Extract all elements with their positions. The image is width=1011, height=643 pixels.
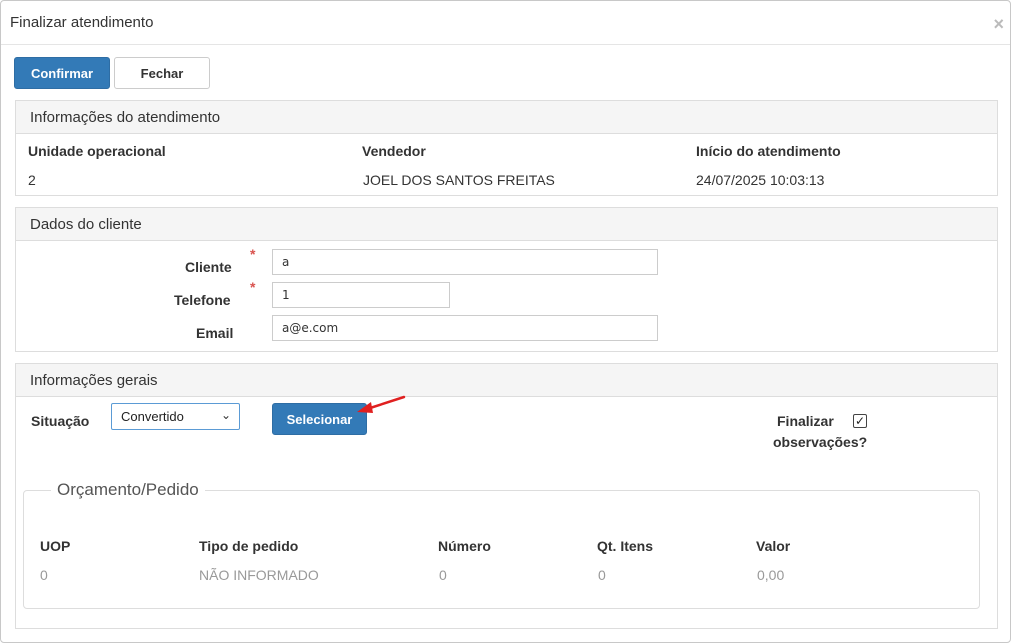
finalize-notes-checkbox[interactable]: ✓ <box>853 414 867 428</box>
status-selected-value: Convertido <box>121 409 184 424</box>
cell-value: 0,00 <box>757 567 785 583</box>
client-email-label: Email <box>196 325 234 341</box>
col-type-header: Tipo de pedido <box>199 538 299 554</box>
required-mark: * <box>250 246 256 262</box>
annotation-arrow-icon <box>357 395 406 413</box>
close-icon[interactable]: × <box>993 15 1004 33</box>
dialog-header: Finalizar atendimento × <box>1 1 1010 45</box>
finalize-notes-label-1: Finalizar <box>777 413 834 429</box>
seller-value: JOEL DOS SANTOS FREITAS <box>363 172 555 188</box>
close-button[interactable]: Fechar <box>114 57 210 89</box>
client-email-field[interactable] <box>272 315 658 341</box>
client-phone-field[interactable] <box>272 282 450 308</box>
cell-number: 0 <box>439 567 447 583</box>
seller-label: Vendedor <box>362 143 426 159</box>
start-value: 24/07/2025 10:03:13 <box>696 172 825 188</box>
client-phone-label: Telefone <box>174 292 231 308</box>
finalize-dialog: Finalizar atendimento × Confirmar Fechar… <box>0 0 1011 643</box>
cell-type: NÃO INFORMADO <box>199 567 319 583</box>
client-name-label: Cliente <box>185 259 232 275</box>
cell-uop: 0 <box>40 567 48 583</box>
general-heading: Informações gerais <box>16 364 997 397</box>
attendance-heading: Informações do atendimento <box>16 101 997 134</box>
col-value-header: Valor <box>756 538 791 554</box>
client-panel: Dados do cliente Cliente * Telefone * Em… <box>15 207 998 352</box>
check-icon: ✓ <box>854 414 866 428</box>
client-heading: Dados do cliente <box>16 208 997 241</box>
order-fieldset <box>23 490 980 609</box>
cell-items: 0 <box>598 567 606 583</box>
status-label: Situação <box>31 413 90 429</box>
finalize-notes-label-2: observações? <box>773 434 868 450</box>
required-mark: * <box>250 279 256 295</box>
confirm-button[interactable]: Confirmar <box>14 57 110 89</box>
dialog-title: Finalizar atendimento <box>10 14 154 31</box>
col-uop-header: UOP <box>40 538 71 554</box>
client-name-field[interactable] <box>272 249 658 275</box>
status-select[interactable]: Convertido ⌄ <box>111 403 240 430</box>
col-items-header: Qt. Itens <box>597 538 654 554</box>
unit-label: Unidade operacional <box>28 143 166 159</box>
start-label: Início do atendimento <box>696 143 841 159</box>
attendance-panel: Informações do atendimento Unidade opera… <box>15 100 998 196</box>
col-number-header: Número <box>438 538 491 554</box>
chevron-down-icon: ⌄ <box>220 408 231 422</box>
unit-value: 2 <box>28 172 36 188</box>
order-legend: Orçamento/Pedido <box>51 480 205 500</box>
